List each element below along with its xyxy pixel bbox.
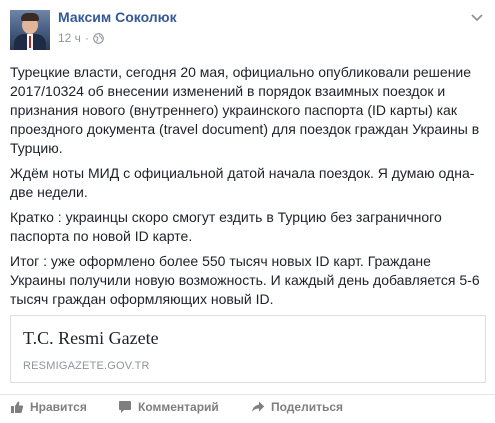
post-paragraph: Ждём ноты МИД с официальной датой начала… (10, 165, 475, 200)
link-preview-card[interactable]: T.C. Resmi Gazete RESMIGAZETE.GOV.TR (10, 315, 486, 383)
globe-icon[interactable] (93, 32, 104, 44)
link-preview-title: T.C. Resmi Gazete (23, 328, 159, 348)
post-paragraph: Турецкие власти, сегодня 20 мая, официал… (10, 64, 480, 156)
avatar-hair (21, 13, 39, 21)
share-button[interactable]: Поделиться (251, 400, 343, 414)
comment-bubble-icon (119, 401, 131, 413)
thumbs-up-icon (11, 401, 24, 413)
like-button[interactable]: Нравится (10, 400, 87, 414)
post-body: Турецкие власти, сегодня 20 мая, официал… (10, 63, 488, 315)
post-actions-bar: Нравится Комментарий Поделиться (0, 394, 495, 423)
comment-button[interactable]: Комментарий (118, 400, 219, 414)
avatar[interactable] (10, 10, 50, 50)
post-paragraph: Кратко : украинцы скоро смогут ездить в … (10, 209, 442, 244)
share-arrow-icon (252, 401, 265, 412)
facebook-post: Максим Соколюк 12 ч · Турецкие власти, с… (0, 0, 495, 422)
post-paragraph: Итог : уже оформлено более 550 тысяч нов… (10, 253, 480, 307)
chevron-down-icon[interactable] (469, 12, 485, 24)
avatar-tie (29, 36, 31, 48)
comment-button-label: Комментарий (138, 400, 219, 414)
author-name[interactable]: Максим Соколюк (58, 9, 177, 25)
post-meta: 12 ч · (58, 31, 104, 45)
link-preview-domain: RESMIGAZETE.GOV.TR (23, 360, 150, 372)
share-button-label: Поделиться (271, 400, 344, 414)
post-timestamp[interactable]: 12 ч (58, 31, 81, 45)
like-button-label: Нравится (30, 400, 87, 414)
meta-separator: · (84, 31, 89, 45)
